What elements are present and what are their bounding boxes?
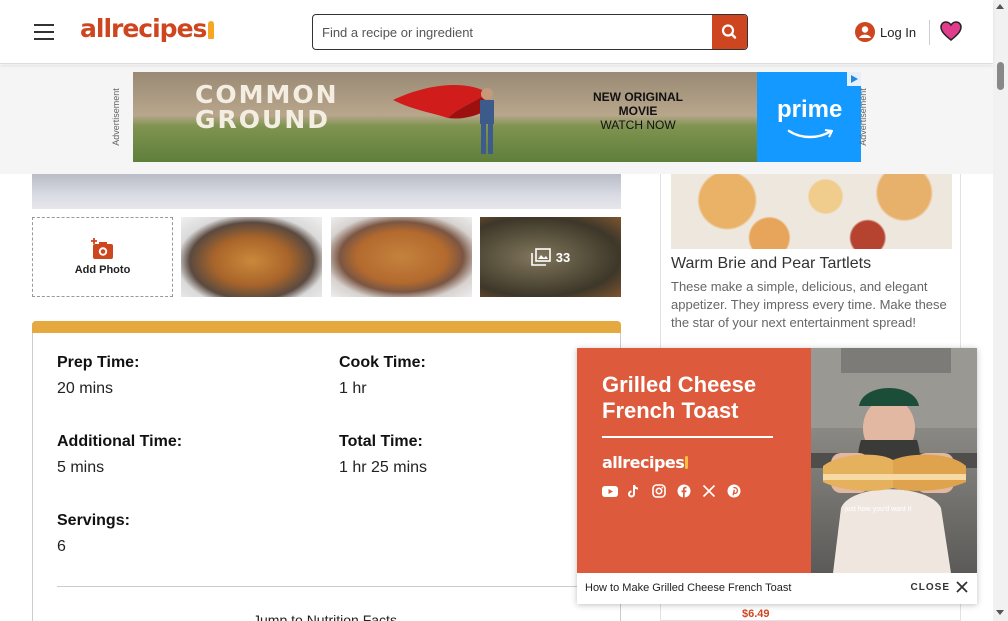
tiktok-icon bbox=[627, 484, 642, 498]
gallery-icon bbox=[530, 248, 551, 266]
instagram-icon bbox=[652, 484, 667, 498]
ad-choices-icon[interactable] bbox=[847, 72, 861, 86]
servings: Servings: 6 bbox=[57, 512, 130, 556]
video-presenter-image: just how you'd want it bbox=[811, 348, 977, 573]
login-button[interactable]: Log In bbox=[855, 22, 916, 42]
add-photo-button[interactable]: Add Photo bbox=[32, 217, 173, 297]
ad-hero-figure bbox=[393, 84, 494, 154]
ad-movie-line1: NEW ORIGINAL MOVIE bbox=[593, 90, 683, 118]
recipe-details-card: Prep Time: 20 mins Cook Time: 1 hr Addit… bbox=[32, 321, 621, 621]
prep-time: Prep Time: 20 mins bbox=[57, 354, 139, 398]
social-icons bbox=[602, 484, 742, 498]
video-title-panel: Grilled Cheese French Toast allrecipes bbox=[577, 348, 811, 573]
site-logo[interactable]: allrecipes bbox=[80, 14, 215, 43]
page-scrollbar[interactable] bbox=[993, 0, 1008, 621]
prime-text: prime bbox=[777, 96, 843, 123]
heart-icon bbox=[940, 21, 962, 41]
prep-time-label: Prep Time: bbox=[57, 354, 140, 371]
prime-logo: prime bbox=[757, 72, 861, 162]
prime-smile-icon bbox=[787, 129, 833, 139]
logo-text: allrecipes bbox=[80, 14, 207, 43]
ad-movie-line2: WATCH NOW bbox=[600, 118, 676, 132]
hamburger-menu-icon[interactable] bbox=[34, 24, 54, 40]
login-label: Log In bbox=[880, 24, 917, 40]
scroll-down-arrow[interactable] bbox=[996, 610, 1004, 615]
details-divider bbox=[57, 586, 597, 587]
ad-label-right: Advertisement bbox=[857, 88, 868, 146]
add-photo-label: Add Photo bbox=[74, 264, 131, 276]
search-button[interactable] bbox=[712, 15, 747, 49]
ad-band: Advertisement COMMON GROUND NEW ORIGINAL… bbox=[0, 65, 993, 174]
more-photos-thumbnail[interactable]: 33 bbox=[480, 217, 621, 297]
favorites-button[interactable] bbox=[940, 21, 962, 46]
video-title: Grilled Cheese French Toast bbox=[602, 372, 757, 423]
prep-time-value: 20 mins bbox=[57, 380, 114, 397]
camera-plus-icon bbox=[90, 238, 113, 259]
related-recipe-image bbox=[671, 174, 952, 249]
related-recipe-description: These make a simple, delicious, and eleg… bbox=[671, 279, 947, 330]
x-icon bbox=[702, 484, 717, 498]
related-recipe-title[interactable]: Warm Brie and Pear Tartlets bbox=[671, 255, 871, 273]
cook-time: Cook Time: 1 hr bbox=[339, 354, 426, 398]
search-input[interactable] bbox=[313, 15, 713, 49]
search-bar bbox=[312, 14, 748, 50]
ad-label-left: Advertisement bbox=[110, 88, 121, 146]
site-header: allrecipes Log In bbox=[0, 0, 993, 64]
youtube-icon bbox=[602, 484, 618, 498]
recipe-hero-image bbox=[32, 174, 621, 209]
additional-time: Additional Time: 5 mins bbox=[57, 433, 182, 477]
video-caption: How to Make Grilled Cheese French Toast bbox=[585, 582, 792, 594]
spoon-icon bbox=[685, 456, 689, 469]
ad-banner[interactable]: COMMON GROUND NEW ORIGINAL MOVIE WATCH NO… bbox=[133, 72, 861, 162]
close-icon bbox=[956, 581, 968, 593]
video-brand-text: allrecipes bbox=[602, 453, 685, 472]
video-player-popup[interactable]: Grilled Cheese French Toast allrecipes j… bbox=[577, 348, 977, 604]
servings-value: 6 bbox=[57, 538, 66, 555]
video-overlay-text: just how you'd want it bbox=[844, 506, 911, 513]
video-brand-logo: allrecipes bbox=[602, 453, 689, 472]
total-time-label: Total Time: bbox=[339, 433, 423, 450]
photo-count: 33 bbox=[555, 249, 571, 265]
jump-to-nutrition-link[interactable]: Jump to Nutrition Facts bbox=[253, 612, 397, 621]
total-time: Total Time: 1 hr 25 mins bbox=[339, 433, 427, 477]
search-icon bbox=[721, 24, 737, 39]
scroll-up-arrow[interactable] bbox=[996, 4, 1004, 9]
facebook-icon bbox=[677, 484, 692, 498]
total-time-value: 1 hr 25 mins bbox=[339, 459, 428, 476]
video-close-label: CLOSE bbox=[910, 581, 950, 593]
recipe-card-accent bbox=[32, 321, 621, 333]
product-price: $6.49 bbox=[742, 608, 770, 620]
recipe-photo-thumbnail[interactable] bbox=[331, 217, 472, 297]
pinterest-icon bbox=[727, 484, 742, 498]
servings-label: Servings: bbox=[57, 512, 130, 529]
user-icon bbox=[855, 22, 875, 42]
video-caption-bar: How to Make Grilled Cheese French Toast … bbox=[577, 573, 977, 604]
ad-movie-text: NEW ORIGINAL MOVIE WATCH NOW bbox=[578, 90, 698, 132]
video-frame: just how you'd want it bbox=[811, 348, 977, 573]
cook-time-label: Cook Time: bbox=[339, 354, 426, 371]
recipe-photo-thumbnail[interactable] bbox=[181, 217, 322, 297]
video-title-rule bbox=[602, 436, 773, 438]
video-close-button[interactable]: CLOSE bbox=[911, 581, 968, 593]
scrollbar-thumb[interactable] bbox=[997, 62, 1004, 90]
additional-time-value: 5 mins bbox=[57, 459, 105, 476]
photo-count-overlay: 33 bbox=[480, 217, 621, 297]
spoon-icon bbox=[208, 21, 215, 39]
additional-time-label: Additional Time: bbox=[57, 433, 183, 450]
ad-title-line2: GROUND bbox=[195, 105, 330, 134]
cook-time-value: 1 hr bbox=[339, 380, 367, 397]
header-divider bbox=[929, 20, 930, 45]
